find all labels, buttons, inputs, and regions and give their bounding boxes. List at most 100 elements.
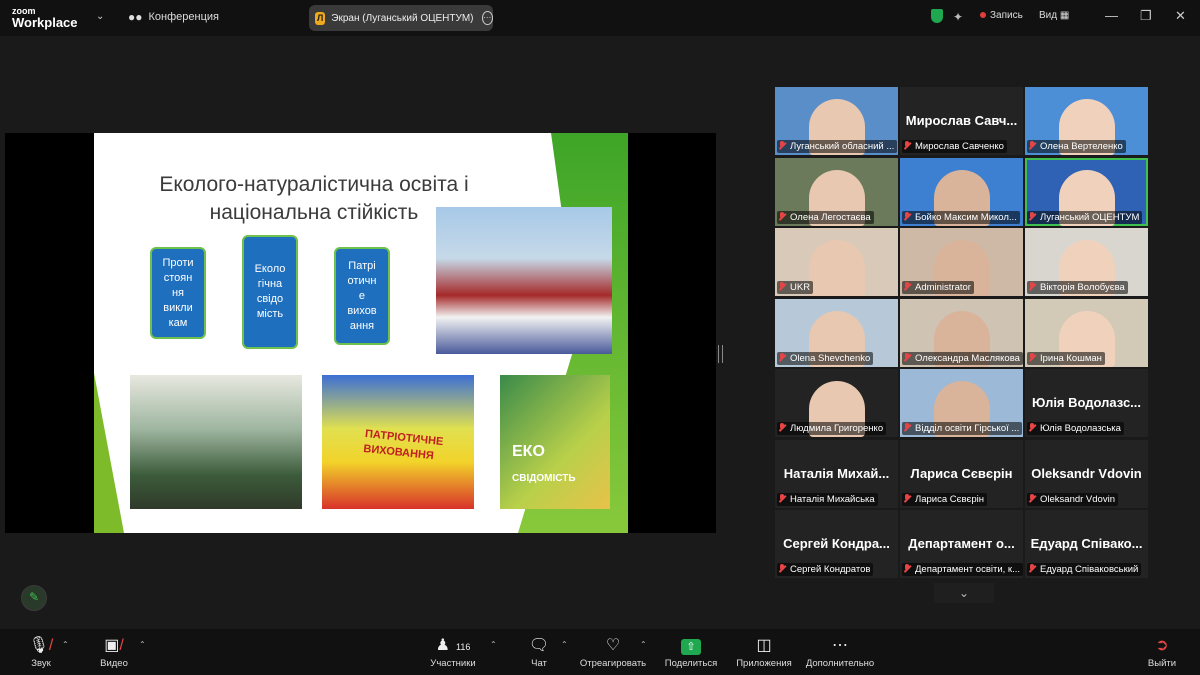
restore-icon[interactable]: ❐ [1140, 8, 1152, 24]
react-button[interactable]: ♡ Отреагировать [578, 629, 648, 675]
gallery-scroll-down-icon[interactable]: ⌄ [934, 583, 994, 603]
participant-tile[interactable]: Мирослав Савч... Мирослав Савченко [900, 87, 1023, 155]
leave-label: Выйти [1147, 658, 1177, 669]
participant-tile[interactable]: Луганський ОЦЕНТУМ [1025, 157, 1148, 226]
view-button[interactable]: Вид ▦ [1039, 10, 1069, 21]
participant-tile[interactable]: Департамент о... Департамент освіти, к... [900, 510, 1023, 578]
leave-button[interactable]: ➲ Выйти [1145, 629, 1179, 675]
minimize-icon[interactable]: — [1105, 8, 1118, 23]
muted-mic-icon [778, 564, 786, 573]
chat-button[interactable]: 🗨 Чат [523, 629, 555, 675]
share-button[interactable]: ⇧ Поделиться [662, 629, 720, 675]
recording-indicator[interactable]: Запись [980, 10, 1023, 21]
participant-name-text: Наталія Михайська [790, 493, 875, 505]
close-icon[interactable]: ✕ [1175, 8, 1186, 24]
more-options-icon[interactable]: ⋯ [481, 11, 493, 25]
participant-name-label: Ірина Кошман [1027, 351, 1105, 365]
participant-display-name: Oleksandr Vdovin [1031, 465, 1142, 481]
muted-mic-icon [1028, 423, 1036, 432]
participant-name-text: Oleksandr Vdovin [1040, 493, 1115, 505]
participant-tile[interactable]: Oleksandr Vdovin Oleksandr Vdovin [1025, 439, 1148, 508]
slide-photo-folk-dancers [436, 207, 612, 354]
resize-handle[interactable] [718, 345, 723, 363]
zoom-logo: zoom Workplace [12, 6, 78, 30]
participant-name-label: Сергей Кондратов [777, 563, 874, 576]
participants-count: 116 [455, 642, 471, 652]
ai-sparkle-icon[interactable]: ✦ [953, 10, 963, 24]
apps-button[interactable]: ◫ Приложения [733, 629, 795, 675]
video-label: Видео [100, 658, 128, 669]
participant-tile[interactable]: Бойко Максим Микол... [900, 157, 1023, 226]
participant-name-text: Едуард Співаковський [1040, 564, 1139, 575]
encryption-shield-icon[interactable] [931, 9, 943, 23]
more-button[interactable]: ⋯ Дополнительно [804, 629, 876, 675]
participant-name-text: UKR [790, 282, 811, 293]
participant-tile[interactable]: Олена Вертеленко [1025, 87, 1148, 155]
participant-name-label: Відділ освіти Гірської ... [902, 422, 1023, 435]
meeting-toolbar: 🎙/ Звук ⌃ ▣/ Видео ⌃ ♟ 116 Участники ⌃ 🗨 … [0, 629, 1200, 675]
react-options-chevron-icon[interactable]: ⌃ [640, 640, 647, 649]
participant-name-label: Юлія Водолазська [1027, 422, 1124, 435]
participant-tile[interactable]: Administrator [900, 228, 1023, 296]
audio-button[interactable]: 🎙/ Звук [24, 629, 58, 675]
slide-box-1: Проти стоян ня викли кам [150, 247, 206, 339]
participant-tile[interactable]: Лариса Сєвєрін Лариса Сєвєрін [900, 439, 1023, 508]
muted-mic-icon [1028, 352, 1036, 362]
muted-mic-icon [778, 423, 786, 432]
participants-options-chevron-icon[interactable]: ⌃ [490, 640, 497, 649]
participant-name-text: Administrator [915, 282, 971, 293]
muted-mic-icon [1028, 282, 1036, 291]
participant-name-text: Olena Shevchenko [790, 352, 871, 364]
participant-tile[interactable]: Ірина Кошман [1025, 298, 1148, 367]
chat-label: Чат [531, 658, 547, 669]
muted-mic-icon [1028, 211, 1036, 221]
apps-label: Приложения [736, 658, 792, 669]
participant-tile[interactable]: Юлія Водолазс... Юлія Водолазська [1025, 369, 1148, 437]
slide-photo-classroom [130, 375, 302, 509]
muted-mic-icon [778, 493, 786, 503]
participant-tile[interactable]: Людмила Григоренко [775, 369, 898, 437]
participant-tile[interactable]: Сергей Кондра... Сергей Кондратов [775, 510, 898, 578]
participant-display-name: Едуард Співако... [1030, 536, 1143, 551]
annotate-pen-icon[interactable]: ✎ [21, 585, 47, 611]
muted-mic-icon [903, 493, 911, 503]
participant-tile[interactable]: Едуард Співако... Едуард Співаковський [1025, 510, 1148, 578]
participant-tile[interactable]: Вікторія Волобуєва [1025, 228, 1148, 296]
participant-tile[interactable]: Олена Легостаєва [775, 157, 898, 226]
participant-name-text: Олександра Маслякова [915, 352, 1020, 364]
participant-tile[interactable]: Олександра Маслякова [900, 298, 1023, 367]
participant-name-text: Мирослав Савченко [915, 141, 1004, 152]
people-icon: ●● [128, 10, 143, 24]
chat-options-chevron-icon[interactable]: ⌃ [561, 640, 568, 649]
participant-tile[interactable]: Луганський обласний ... [775, 87, 898, 155]
participant-tile[interactable]: Наталія Михай... Наталія Михайська [775, 439, 898, 508]
participant-name-text: Ірина Кошман [1040, 352, 1102, 364]
participant-name-label: Едуард Співаковський [1027, 563, 1142, 576]
participant-tile[interactable]: UKR [775, 228, 898, 296]
participant-name-label: Мирослав Савченко [902, 140, 1007, 153]
conference-info-button[interactable]: ●● Конференция [128, 10, 219, 24]
participant-name-text: Луганський обласний ... [790, 141, 895, 152]
audio-label: Звук [31, 658, 51, 669]
participants-label: Участники [430, 658, 476, 669]
muted-mic-icon [903, 423, 911, 432]
audio-options-chevron-icon[interactable]: ⌃ [62, 640, 69, 649]
participant-display-name: Наталія Михай... [783, 465, 890, 481]
participant-name-label: Луганський обласний ... [777, 140, 898, 153]
participant-name-label: Наталія Михайська [777, 492, 878, 506]
logo-line2: Workplace [12, 15, 78, 30]
more-label: Дополнительно [805, 658, 875, 669]
video-options-chevron-icon[interactable]: ⌃ [139, 640, 146, 649]
participant-name-label: UKR [777, 281, 814, 294]
video-button[interactable]: ▣/ Видео [96, 629, 132, 675]
screen-share-indicator[interactable]: Л Экран (Луганський ОЦЕНТУМ) ⋯ [309, 5, 493, 31]
participant-tile[interactable]: Відділ освіти Гірської ... [900, 369, 1023, 437]
app-menu-chevron-icon[interactable]: ⌄ [96, 11, 104, 22]
participant-name-text: Олена Вертеленко [1040, 141, 1123, 152]
participants-button[interactable]: ♟ 116 Участники [426, 629, 480, 675]
grid-view-icon: ▦ [1059, 10, 1070, 21]
participant-tile[interactable]: Olena Shevchenko [775, 298, 898, 367]
participant-gallery: Луганський обласний ... Мирослав Савч... М… [775, 87, 1150, 580]
slide-box-3: Патрі отичн е вихов ання [334, 247, 390, 345]
participant-display-name: Лариса Сєвєрін [910, 465, 1013, 481]
